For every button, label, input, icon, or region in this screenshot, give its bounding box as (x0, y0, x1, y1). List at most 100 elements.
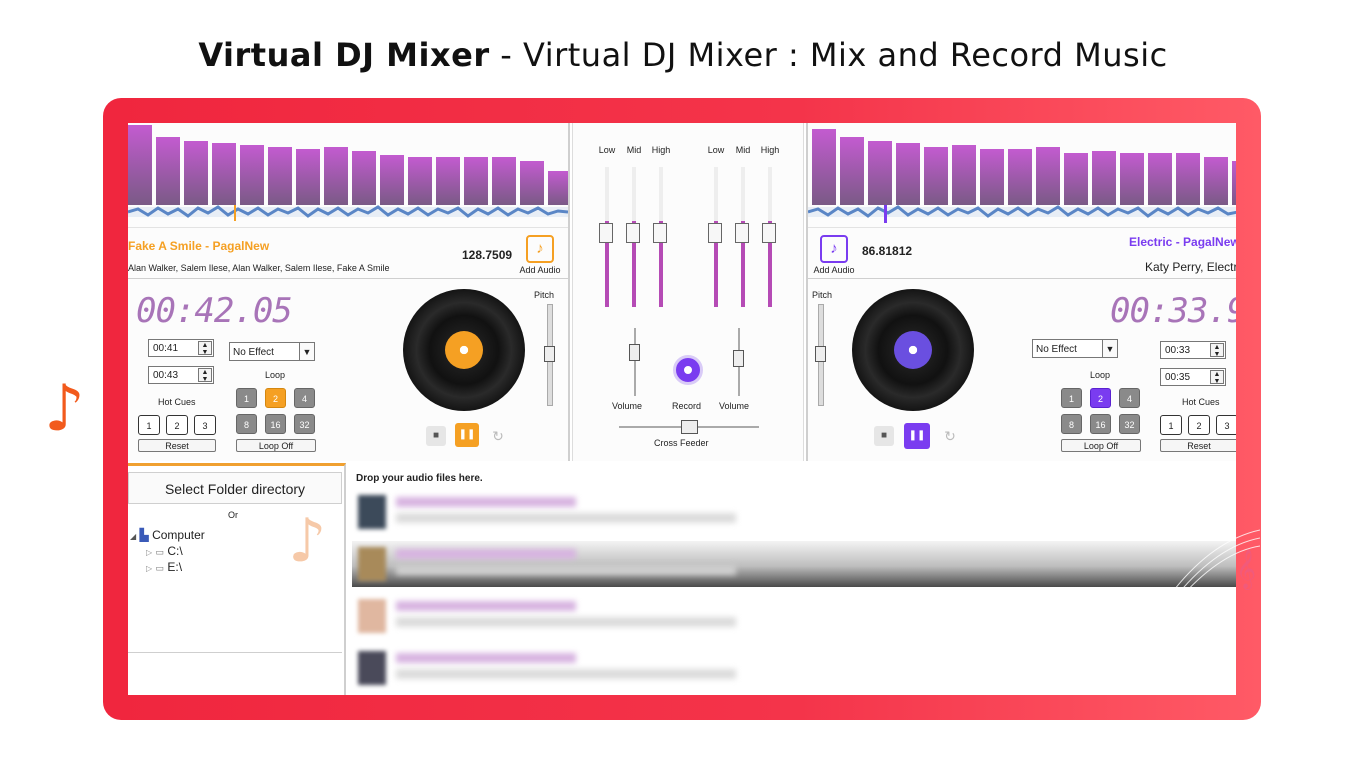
volume-right-thumb[interactable] (733, 350, 744, 367)
deck-b-hot-cue-2[interactable]: 2 (1188, 415, 1210, 435)
collapse-icon[interactable]: ▷ (146, 548, 152, 557)
deck-b-loop-1[interactable]: 1 (1061, 388, 1082, 408)
promo-banner: Virtual DJ Mixer - Virtual DJ Mixer : Mi… (0, 36, 1366, 74)
eq-right-mid-label: Mid (735, 145, 751, 155)
deck-a-divider (128, 278, 568, 279)
deck-a-turntable[interactable] (403, 289, 525, 411)
deck-a-loop-1[interactable]: 1 (236, 388, 257, 408)
tree-drive-e[interactable]: ▷ ▭ E:\ (146, 560, 182, 574)
deck-a-loop-off-button[interactable]: Loop Off (236, 439, 316, 452)
volume-left-thumb[interactable] (629, 344, 640, 361)
select-folder-button[interactable]: Select Folder directory (128, 472, 342, 504)
deck-b-reset-button[interactable]: Reset (1160, 439, 1236, 452)
deck-a-pause-button[interactable]: ❚❚ (455, 423, 479, 447)
playlist-row-selected[interactable] (352, 541, 1236, 587)
banner-subtitle: - Virtual DJ Mixer : Mix and Record Musi… (489, 36, 1168, 74)
playlist-row[interactable] (352, 593, 1236, 639)
deck-b-cue-in-input[interactable]: 00:33 ▲ ▼ (1160, 341, 1226, 359)
deck-a-hot-cue-2[interactable]: 2 (166, 415, 188, 435)
deck-b-add-audio-label: Add Audio (813, 265, 855, 275)
spin-arrows-icon[interactable]: ▲ ▼ (198, 341, 212, 356)
deck-b-track-title: Electric - PagalNew (1129, 235, 1236, 249)
eq-left-mid-thumb[interactable] (626, 223, 640, 243)
chevron-down-icon: ▼ (299, 343, 314, 360)
deck-b-loop-32[interactable]: 32 (1119, 414, 1140, 434)
expand-icon[interactable]: ◢ (130, 532, 136, 541)
cross-feeder-thumb[interactable] (681, 420, 698, 434)
deck-a-pitch-thumb[interactable] (544, 346, 555, 362)
spin-arrows-icon[interactable]: ▲ ▼ (198, 368, 212, 383)
volume-left-label: Volume (612, 401, 643, 411)
deck-b-add-audio-button[interactable]: ♪ Add Audio (808, 235, 860, 275)
deck-b-cue-out-input[interactable]: 00:35 ▲ ▼ (1160, 368, 1226, 386)
deck-b-loop-off-button[interactable]: Loop Off (1061, 439, 1141, 452)
deck-a-hot-cue-3[interactable]: 3 (194, 415, 216, 435)
spin-arrows-icon[interactable]: ▲ ▼ (1210, 370, 1224, 385)
deck-b-stop-button[interactable]: ■ (874, 426, 894, 446)
folder-browser: Select Folder directory Or ◢ ▙ Computer … (128, 463, 346, 695)
deck-b-loop-4[interactable]: 4 (1119, 388, 1140, 408)
deck-b-turntable[interactable] (852, 289, 974, 411)
eq-right-high-thumb[interactable] (762, 223, 776, 243)
deck-a-loop-16[interactable]: 16 (265, 414, 286, 434)
deck-b-effect-value: No Effect (1036, 344, 1077, 355)
mixer-panel: Low Mid High Low Mid High Volume Volume … (572, 123, 804, 461)
deck-b-waveform[interactable] (808, 123, 1236, 228)
deck-a-loop-8[interactable]: 8 (236, 414, 257, 434)
dj-mixer-window: Fake A Smile - PagalNew Alan Walker, Sal… (128, 123, 1236, 695)
deck-b-loop-label: Loop (1090, 370, 1111, 380)
add-music-icon: ♪ (820, 235, 848, 263)
record-button[interactable] (673, 355, 703, 385)
browser-divider (128, 652, 342, 653)
playlist: Drop your audio files here. (346, 463, 1236, 695)
deck-a-add-audio-button[interactable]: ♪ Add Audio (514, 235, 566, 275)
row-artist-blurred (396, 617, 736, 627)
deck-a-loop-32[interactable]: 32 (294, 414, 315, 434)
tree-computer[interactable]: ◢ ▙ Computer (130, 528, 205, 542)
eq-right-high-label: High (760, 145, 780, 155)
eq-right-mid-thumb[interactable] (735, 223, 749, 243)
deck-b: ♪ Add Audio 86.81812 Electric - PagalNew… (806, 123, 1236, 461)
eq-left-high-label: High (651, 145, 671, 155)
eq-right-low-thumb[interactable] (708, 223, 722, 243)
deck-a-loop-4[interactable]: 4 (294, 388, 315, 408)
deck-b-pitch-thumb[interactable] (815, 346, 826, 362)
deck-a-hot-cue-1[interactable]: 1 (138, 415, 160, 435)
deck-b-loop-8[interactable]: 8 (1061, 414, 1082, 434)
deck-b-loop-16[interactable]: 16 (1090, 414, 1111, 434)
deck-a-cue-out-input[interactable]: 00:43 ▲ ▼ (148, 366, 214, 384)
deck-b-pause-button[interactable]: ❚❚ (904, 423, 930, 449)
deck-b-record-label (894, 331, 932, 369)
deck-b-hot-cue-1[interactable]: 1 (1160, 415, 1182, 435)
volume-left-slider[interactable] (634, 328, 636, 396)
deck-a-repeat-icon[interactable]: ↻ (488, 426, 508, 446)
drive-icon: ▭ (155, 563, 165, 573)
deck-a-record-label (445, 331, 483, 369)
deck-b-hot-cues-label: Hot Cues (1182, 397, 1220, 407)
record-icon (682, 364, 694, 376)
spin-arrows-icon[interactable]: ▲ ▼ (1210, 343, 1224, 358)
deck-b-bpm: 86.81812 (862, 244, 913, 258)
eq-left-high-thumb[interactable] (653, 223, 667, 243)
deck-a-effect-select[interactable]: No Effect ▼ (229, 342, 315, 361)
deck-a-waveform[interactable] (128, 123, 568, 228)
tree-drive-c[interactable]: ▷ ▭ C:\ (146, 544, 183, 558)
deck-b-effect-select[interactable]: No Effect ▼ (1032, 339, 1118, 358)
deck-b-loop-2[interactable]: 2 (1090, 388, 1111, 408)
deck-a-cue-in-input[interactable]: 00:41 ▲ ▼ (148, 339, 214, 357)
playlist-row[interactable] (352, 489, 1236, 535)
deck-a-reset-button[interactable]: Reset (138, 439, 216, 452)
deck-b-repeat-icon[interactable]: ↻ (940, 426, 960, 446)
deck-b-divider (808, 278, 1236, 279)
deck-a-add-audio-label: Add Audio (519, 265, 561, 275)
volume-right-label: Volume (719, 401, 750, 411)
playlist-row[interactable] (352, 645, 1236, 691)
deck-a: Fake A Smile - PagalNew Alan Walker, Sal… (128, 123, 570, 461)
deck-a-loop-2[interactable]: 2 (265, 388, 286, 408)
deck-b-hot-cue-3[interactable]: 3 (1216, 415, 1236, 435)
eq-left-low-thumb[interactable] (599, 223, 613, 243)
row-artist-blurred (396, 669, 736, 679)
deck-a-stop-button[interactable]: ■ (426, 426, 446, 446)
chevron-down-icon: ▼ (1102, 340, 1117, 357)
collapse-icon[interactable]: ▷ (146, 564, 152, 573)
